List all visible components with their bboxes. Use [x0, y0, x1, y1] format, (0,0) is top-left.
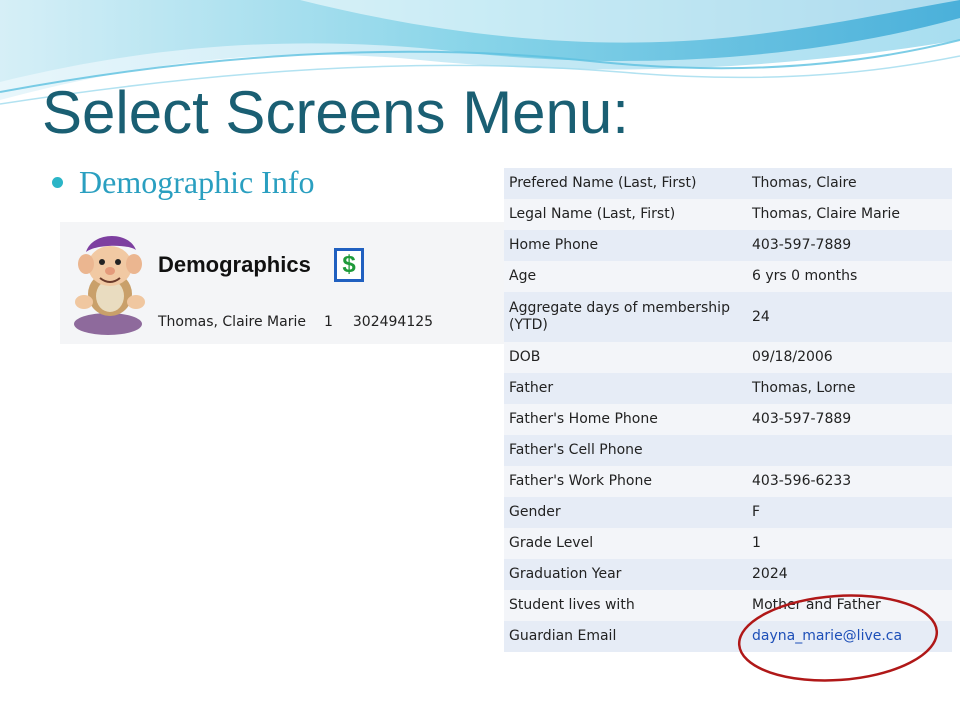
- table-row: Father's Home Phone 403-597-7889: [504, 404, 952, 435]
- student-grade: 1: [323, 314, 333, 330]
- row-label: Father's Cell Phone: [509, 442, 643, 458]
- row-label: Graduation Year: [509, 566, 622, 582]
- student-name: Thomas, Claire Marie: [158, 314, 306, 330]
- table-row: Grade Level 1: [504, 528, 952, 559]
- demographics-header-card: Demographics $ Thomas, Claire Marie 1 30…: [60, 222, 504, 344]
- row-label: Father's Work Phone: [509, 473, 652, 489]
- row-value: Thomas, Claire: [752, 175, 857, 191]
- row-value: Thomas, Claire Marie: [752, 206, 900, 222]
- bullet-text: Demographic Info: [79, 163, 315, 200]
- demographics-heading: Demographics: [158, 252, 311, 277]
- row-label: Gender: [509, 504, 561, 520]
- row-label: Student lives with: [509, 597, 635, 613]
- student-id: 302494125: [352, 314, 434, 330]
- row-value: 403-597-7889: [752, 411, 852, 427]
- row-value: 1: [752, 535, 761, 551]
- slide-title: Select Screens Menu:: [42, 79, 629, 146]
- row-value: 09/18/2006: [752, 349, 833, 365]
- demographic-info-table: Prefered Name (Last, First) Thomas, Clai…: [504, 168, 952, 652]
- row-value: 2024: [752, 566, 788, 582]
- row-label: Father's Home Phone: [509, 411, 658, 427]
- table-row: Father's Work Phone 403-596-6233: [504, 466, 952, 497]
- table-row: Aggregate days of membership (YTD) 24: [504, 292, 952, 342]
- table-row: Prefered Name (Last, First) Thomas, Clai…: [504, 168, 952, 199]
- row-label: Legal Name (Last, First): [509, 206, 676, 222]
- table-row: Guardian Email dayna_marie@live.ca: [504, 621, 952, 652]
- table-row: Age 6 yrs 0 months: [504, 261, 952, 292]
- row-value[interactable]: dayna_marie@live.ca: [747, 621, 952, 652]
- student-summary: Thomas, Claire Marie 1 302494125: [158, 314, 433, 330]
- row-label: Guardian Email: [509, 628, 617, 644]
- bullet-item: Demographic Info: [52, 162, 314, 202]
- table-row: Graduation Year 2024: [504, 559, 952, 590]
- row-label: Aggregate days of membership (YTD): [509, 300, 730, 333]
- table-row: Father's Cell Phone: [504, 435, 952, 466]
- row-label: Grade Level: [509, 535, 594, 551]
- dollar-icon[interactable]: $: [334, 248, 364, 282]
- dwarf-mascot-icon: [74, 235, 145, 335]
- row-label: Age: [509, 268, 537, 284]
- row-value: 6 yrs 0 months: [752, 268, 858, 284]
- row-value: 403-596-6233: [752, 473, 852, 489]
- table-row: Student lives with Mother and Father: [504, 590, 952, 621]
- guardian-email-link[interactable]: dayna_marie@live.ca: [752, 628, 902, 644]
- row-value: [747, 435, 952, 466]
- row-value: Thomas, Lorne: [752, 380, 856, 396]
- table-row: Gender F: [504, 497, 952, 528]
- row-label: Prefered Name (Last, First): [509, 175, 697, 191]
- row-label: Home Phone: [509, 237, 599, 253]
- row-value: F: [752, 504, 761, 520]
- row-value: Mother and Father: [752, 597, 881, 613]
- row-value: 24: [752, 308, 770, 325]
- row-label: Father: [509, 380, 554, 396]
- table-row: Home Phone 403-597-7889: [504, 230, 952, 261]
- bullet-dot-icon: [52, 176, 63, 188]
- row-label: DOB: [509, 349, 541, 365]
- table-row: Father Thomas, Lorne: [504, 373, 952, 404]
- row-value: 403-597-7889: [752, 237, 852, 253]
- table-row: Legal Name (Last, First) Thomas, Claire …: [504, 199, 952, 230]
- table-row: DOB 09/18/2006: [504, 342, 952, 373]
